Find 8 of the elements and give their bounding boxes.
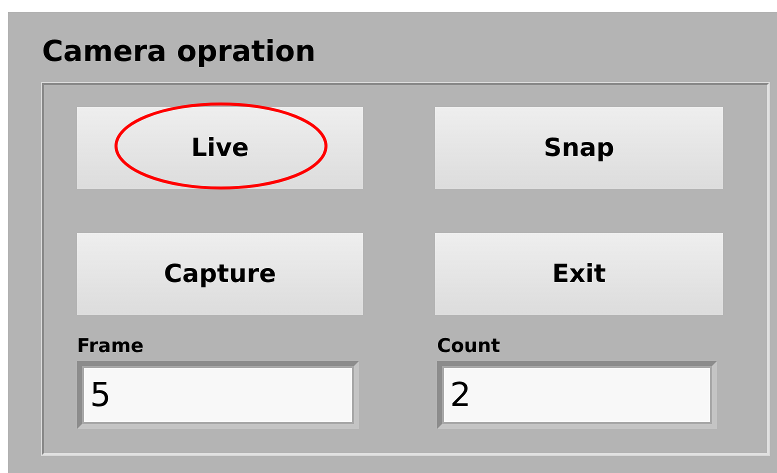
action-button[interactable]: Exit — [435, 233, 723, 315]
action-button[interactable]: Snap — [435, 107, 723, 189]
group-title: Camera opration — [42, 34, 316, 68]
field-label: Count — [437, 335, 500, 357]
number-field[interactable]: 2 — [437, 361, 717, 429]
number-field[interactable]: 5 — [77, 361, 359, 429]
action-button[interactable]: Capture — [77, 233, 363, 315]
field-label: Frame — [77, 335, 144, 357]
